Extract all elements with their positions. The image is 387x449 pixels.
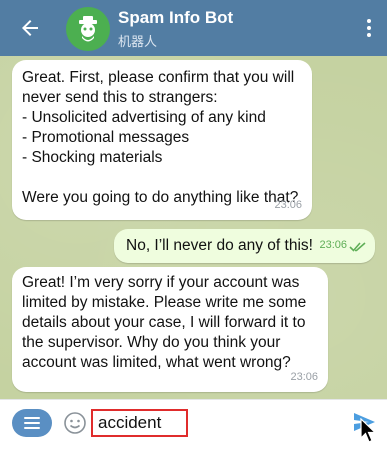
bot-menu-icon [24,417,40,429]
composer-bar: accident [0,399,387,449]
message-time: 23:06 [319,239,347,251]
more-vertical-icon[interactable] [365,16,373,40]
bot-menu-button[interactable] [12,409,52,437]
message-input[interactable]: accident [91,409,188,437]
mouse-cursor-icon [360,418,377,443]
back-arrow-icon[interactable] [18,16,42,40]
message-text: Great. First, please confirm that you wi… [22,69,299,206]
double-check-icon [349,242,366,252]
chat-subtitle: 机器人 [118,34,158,49]
incoming-message[interactable]: Great. First, please confirm that you wi… [12,60,312,220]
chat-header: Spam Info Bot 机器人 [0,0,387,56]
message-text: Great! I’m very sorry if your account wa… [22,274,307,371]
emoji-icon[interactable] [63,411,87,435]
incoming-message[interactable]: Great! I’m very sorry if your account wa… [12,267,328,392]
message-time: 23:06 [274,199,302,211]
bot-avatar-icon [79,16,97,42]
outgoing-message[interactable]: No, I’ll never do any of this! 23:06 [114,229,375,263]
message-time: 23:06 [290,371,318,383]
message-text: No, I’ll never do any of this! [126,237,313,254]
bot-avatar[interactable] [66,7,110,51]
chat-title[interactable]: Spam Info Bot [118,8,233,28]
